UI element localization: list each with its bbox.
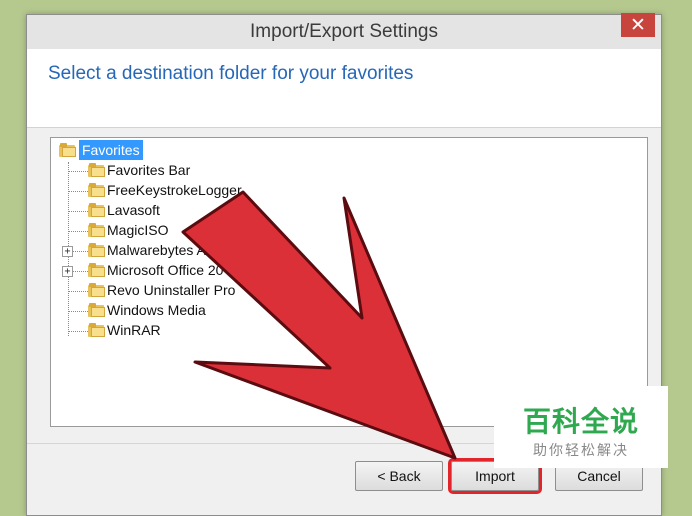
- watermark-title: 百科全说: [522, 406, 639, 437]
- watermark-subtitle: 助你轻松解决: [533, 442, 629, 458]
- watermark-logo: 百科全说 助你轻松解决: [494, 386, 668, 468]
